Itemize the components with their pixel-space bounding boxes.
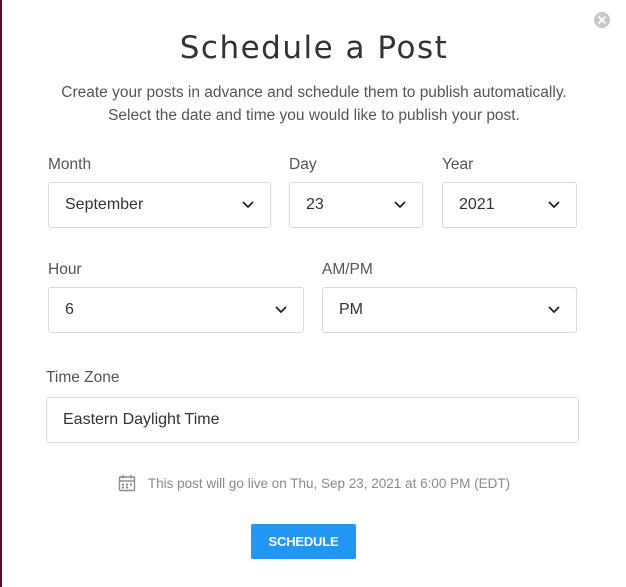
year-label: Year	[442, 156, 474, 173]
day-value: 23	[306, 196, 324, 213]
year-select[interactable]: 2021	[442, 182, 577, 228]
day-select[interactable]: 23	[289, 182, 423, 228]
schedule-button[interactable]: SCHEDULE	[251, 524, 356, 559]
hour-value: 6	[65, 301, 74, 318]
schedule-summary: This post will go live on Thu, Sep 23, 2…	[2, 474, 626, 492]
hour-label: Hour	[48, 261, 82, 278]
year-value: 2021	[459, 196, 495, 213]
schedule-post-dialog: Schedule a Post Create your posts in adv…	[2, 0, 626, 587]
chevron-down-icon	[275, 306, 287, 313]
month-label: Month	[48, 156, 92, 173]
summary-text: This post will go live on Thu, Sep 23, 2…	[147, 475, 511, 491]
timezone-value: Eastern Daylight Time	[63, 411, 220, 428]
chevron-down-icon	[242, 201, 254, 208]
month-value: September	[65, 196, 144, 213]
day-label: Day	[289, 156, 317, 173]
timezone-field[interactable]: Eastern Daylight Time	[46, 397, 579, 443]
hour-select[interactable]: 6	[48, 287, 304, 333]
dialog-title: Schedule a Post	[179, 30, 449, 66]
subtitle-line-1: Create your posts in advance and schedul…	[61, 84, 567, 101]
dialog-subtitle: Create your posts in advance and schedul…	[2, 81, 626, 127]
calendar-icon	[118, 475, 136, 492]
timezone-label: Time Zone	[46, 369, 120, 386]
subtitle-line-2: Select the date and time you would like …	[108, 107, 520, 124]
ampm-select[interactable]: PM	[322, 287, 577, 333]
ampm-label: AM/PM	[322, 261, 373, 278]
chevron-down-icon	[548, 201, 560, 208]
close-icon	[598, 16, 606, 24]
chevron-down-icon	[394, 201, 406, 208]
month-select[interactable]: September	[48, 182, 271, 228]
ampm-value: PM	[339, 301, 363, 318]
close-button[interactable]	[594, 12, 610, 28]
chevron-down-icon	[548, 306, 560, 313]
